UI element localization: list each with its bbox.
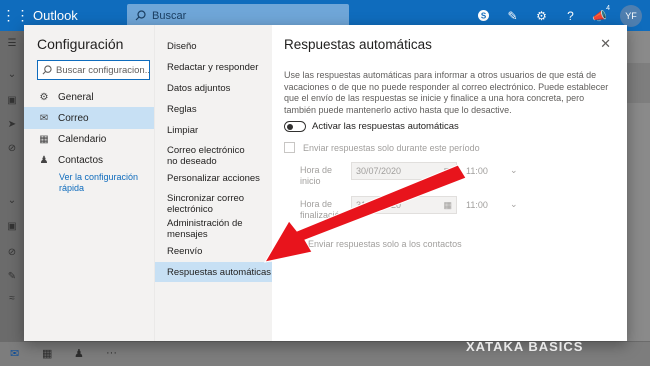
settings-title: Configuración xyxy=(37,36,124,52)
start-date-value: 30/07/2020 xyxy=(356,166,402,176)
submenu-item[interactable]: Administración de mensajes xyxy=(155,218,265,240)
mail-icon[interactable]: ✉ xyxy=(10,347,19,360)
toggle-label: Activar las respuestas automáticas xyxy=(312,121,459,132)
submenu-item[interactable]: Diseño xyxy=(155,41,273,52)
end-label-line1: Hora de xyxy=(300,199,333,209)
submenu-item[interactable]: Correo electrónico no deseado xyxy=(155,145,255,167)
pane-description: Use las respuestas automáticas para info… xyxy=(284,70,609,115)
submenu-item[interactable]: Personalizar acciones xyxy=(155,173,273,184)
avatar[interactable]: YF xyxy=(620,4,642,27)
search-input[interactable]: Buscar xyxy=(127,4,349,27)
search-icon xyxy=(135,10,146,21)
pane-title: Respuestas automáticas xyxy=(284,37,432,52)
start-date-field[interactable]: 30/07/2020 ▦ xyxy=(351,162,457,180)
gear-icon: ⚙ xyxy=(39,91,49,103)
end-date-field[interactable]: 31/07/2020 ▦ xyxy=(351,196,457,214)
mail-icon: ✉ xyxy=(39,112,49,124)
end-date-value: 31/07/2020 xyxy=(356,200,402,210)
settings-dialog: Configuración Buscar configuracion... ⚙ … xyxy=(24,25,627,341)
chevron-down-icon[interactable]: ⌄ xyxy=(510,199,518,210)
submenu-item[interactable]: Reenvío xyxy=(155,246,273,257)
nav-contactos[interactable]: ♟ Contactos xyxy=(24,149,154,171)
svg-text:S: S xyxy=(481,11,487,20)
nav-label: Correo xyxy=(58,112,89,124)
end-label: Hora de finalización xyxy=(300,199,345,221)
nav-correo[interactable]: ✉ Correo xyxy=(24,107,154,129)
background-panel xyxy=(626,63,650,103)
menu-icon[interactable]: ☰ xyxy=(6,38,18,50)
start-time-field[interactable]: 11:00 xyxy=(466,166,488,176)
auto-replies-toggle-row[interactable]: Activar las respuestas automáticas xyxy=(284,121,459,132)
auto-replies-pane: Respuestas automáticas ✕ Use las respues… xyxy=(272,25,627,341)
notification-badge: 4 xyxy=(606,5,610,12)
quick-settings-link[interactable]: Ver la configuración rápida xyxy=(59,172,149,194)
people-icon[interactable]: ♟ xyxy=(74,347,84,360)
auto-replies-toggle[interactable] xyxy=(284,121,306,132)
contacts-only-option[interactable]: Enviar respuestas solo a los contactos xyxy=(308,239,462,249)
nav-general[interactable]: ⚙ General xyxy=(24,86,154,108)
submenu-item[interactable]: Redactar y responder xyxy=(155,62,273,73)
send-icon[interactable]: ➤ xyxy=(6,119,18,131)
settings-categories: Configuración Buscar configuracion... ⚙ … xyxy=(24,25,154,341)
more-icon[interactable]: ··· xyxy=(106,347,117,359)
calendar-icon[interactable]: ▦ xyxy=(42,347,52,360)
period-label: Enviar respuestas solo durante este perí… xyxy=(303,142,480,153)
chevron-down-icon[interactable]: ⌄ xyxy=(510,165,518,176)
search-icon xyxy=(42,65,52,75)
block-icon[interactable]: ⊘ xyxy=(6,247,18,259)
period-checkbox[interactable] xyxy=(284,142,295,153)
chevron-down-icon[interactable]: ⌄ xyxy=(6,69,18,81)
close-icon[interactable]: ✕ xyxy=(600,36,611,52)
nav-label: Contactos xyxy=(58,154,104,166)
submenu-item[interactable]: Reglas xyxy=(155,104,273,115)
left-rail: ☰ ⌄ ▣ ➤ ⊘ ⌄ ▣ ⊘ ✎ ≈ xyxy=(0,31,24,366)
end-label-line2: finalización xyxy=(300,210,345,220)
app-name[interactable]: Outlook xyxy=(33,8,127,23)
start-label: Hora de inicio xyxy=(300,165,332,187)
submenu-item[interactable]: Datos adjuntos xyxy=(155,83,273,94)
settings-search-placeholder: Buscar configuracion... xyxy=(56,64,150,76)
search-placeholder: Buscar xyxy=(152,9,187,22)
start-label-line2: inicio xyxy=(300,176,321,186)
submenu-item-selected[interactable]: Respuestas automáticas xyxy=(155,262,273,282)
block-icon[interactable]: ⊘ xyxy=(6,143,18,155)
calendar-icon: ▦ xyxy=(443,166,452,176)
people-icon: ♟ xyxy=(39,154,49,166)
pencil-icon[interactable]: ✎ xyxy=(6,271,18,283)
settings-search-input[interactable]: Buscar configuracion... xyxy=(37,60,150,80)
inbox-icon[interactable]: ▣ xyxy=(6,221,18,233)
nav-calendario[interactable]: ▦ Calendario xyxy=(24,128,154,150)
period-checkbox-row[interactable]: Enviar respuestas solo durante este perí… xyxy=(284,142,480,153)
submenu-item[interactable]: Sincronizar correo electrónico xyxy=(155,193,265,215)
watermark: XATAKA BASICS xyxy=(466,339,584,354)
submenu-item[interactable]: Limpiar xyxy=(155,125,273,136)
calendar-icon: ▦ xyxy=(443,200,452,210)
nav-label: Calendario xyxy=(58,133,107,145)
start-label-line1: Hora de xyxy=(300,165,333,175)
end-time-field[interactable]: 11:00 xyxy=(466,200,488,210)
inbox-icon[interactable]: ▣ xyxy=(6,95,18,107)
mail-settings-submenu: Diseño Redactar y responder Datos adjunt… xyxy=(154,25,273,341)
nav-label: General xyxy=(58,91,94,103)
wifi-icon[interactable]: ≈ xyxy=(6,293,18,305)
calendar-icon: ▦ xyxy=(39,133,49,145)
chevron-down-icon[interactable]: ⌄ xyxy=(6,195,18,207)
